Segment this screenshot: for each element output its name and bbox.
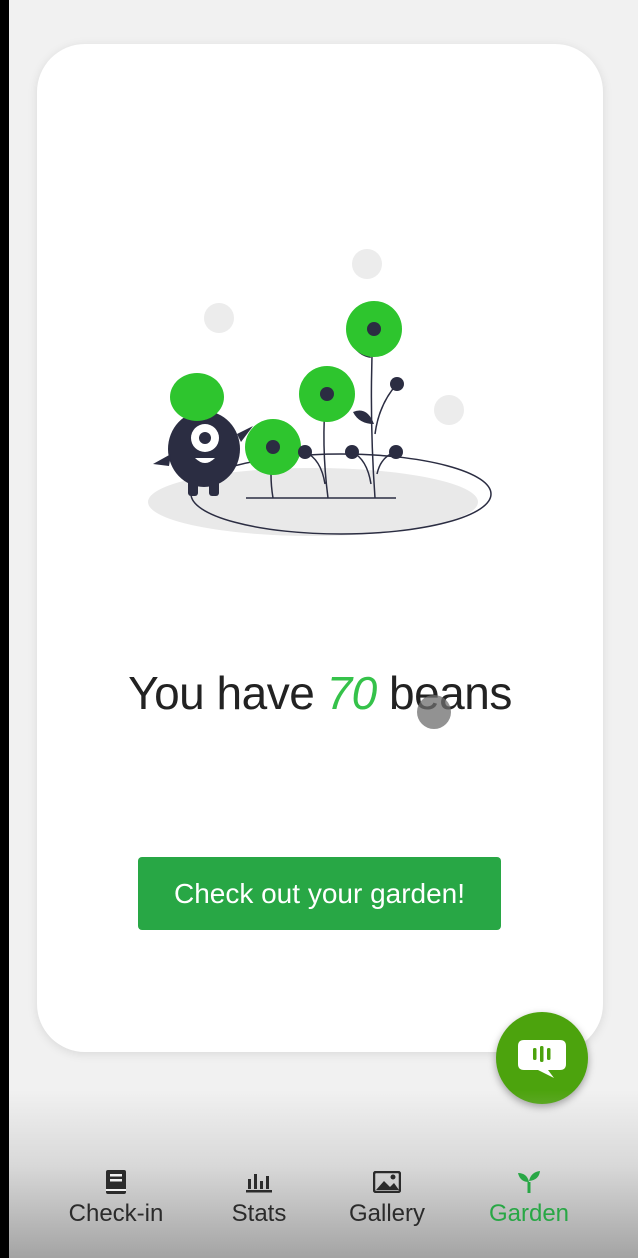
nav-item-gallery[interactable]: Gallery	[344, 1168, 430, 1228]
nav-item-check-in[interactable]: Check-in	[61, 1168, 171, 1228]
touch-indicator	[417, 695, 451, 729]
image-icon	[373, 1168, 401, 1196]
garden-illustration	[148, 249, 492, 536]
chat-bubble-icon	[518, 1040, 566, 1078]
beans-count: 70	[326, 667, 378, 719]
nav-label-stats: Stats	[231, 1200, 287, 1227]
nav-label-check-in: Check-in	[68, 1200, 164, 1227]
check-out-garden-button[interactable]: Check out your garden!	[138, 857, 501, 930]
app-screen: You have 70 beans Check out your garden!	[9, 0, 638, 1258]
nav-label-garden: Garden	[488, 1200, 570, 1227]
sprout-icon	[515, 1168, 543, 1196]
bar-chart-icon	[245, 1168, 273, 1196]
garden-card: You have 70 beans Check out your garden!	[37, 44, 603, 1052]
beans-summary: You have 70 beans	[37, 666, 603, 720]
nav-item-stats[interactable]: Stats	[217, 1168, 301, 1228]
nav-item-garden[interactable]: Garden	[484, 1168, 574, 1228]
bottom-navigation: Check-in Stats Gallery Garden	[9, 1168, 638, 1258]
nav-label-gallery: Gallery	[348, 1200, 426, 1227]
left-screen-edge	[0, 0, 9, 1258]
beans-prefix-text: You have	[128, 667, 315, 719]
book-icon	[102, 1168, 130, 1196]
